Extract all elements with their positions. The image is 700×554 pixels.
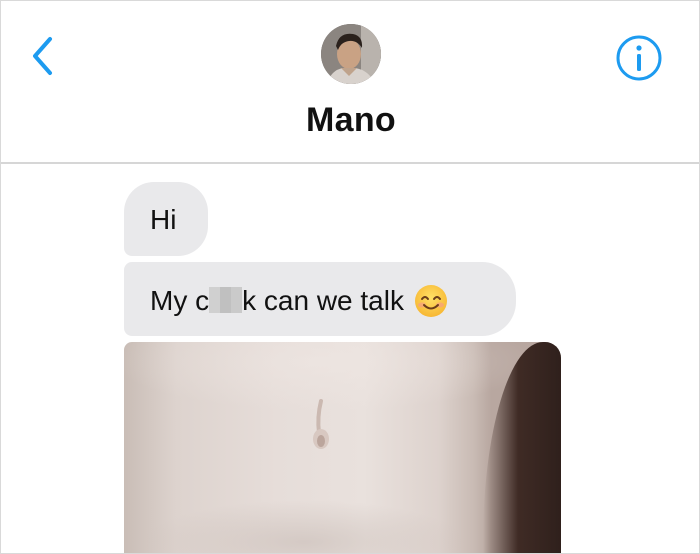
- message-text-start: My c: [150, 285, 210, 316]
- censor-blur: [209, 287, 243, 313]
- contact-name[interactable]: Mano: [1, 101, 699, 140]
- smiling-face-icon: [414, 284, 448, 325]
- image-message[interactable]: [124, 342, 561, 553]
- chat-header: Mano: [1, 1, 699, 164]
- profile-photo: [321, 24, 381, 84]
- avatar[interactable]: [321, 24, 381, 84]
- photo-detail: [313, 399, 329, 449]
- chat-window: Mano Hi My c k can we talk: [0, 0, 700, 554]
- message-text: Hi: [150, 204, 177, 235]
- back-button[interactable]: [25, 33, 61, 79]
- info-button[interactable]: [614, 33, 664, 83]
- chevron-left-icon: [33, 37, 52, 75]
- message-thread: Hi My c k can we talk: [1, 164, 699, 553]
- info-circle-icon: [616, 35, 662, 81]
- message-text-end: k can we talk: [242, 285, 404, 316]
- message-bubble[interactable]: My c k can we talk: [124, 262, 516, 336]
- message-bubble[interactable]: Hi: [124, 182, 208, 256]
